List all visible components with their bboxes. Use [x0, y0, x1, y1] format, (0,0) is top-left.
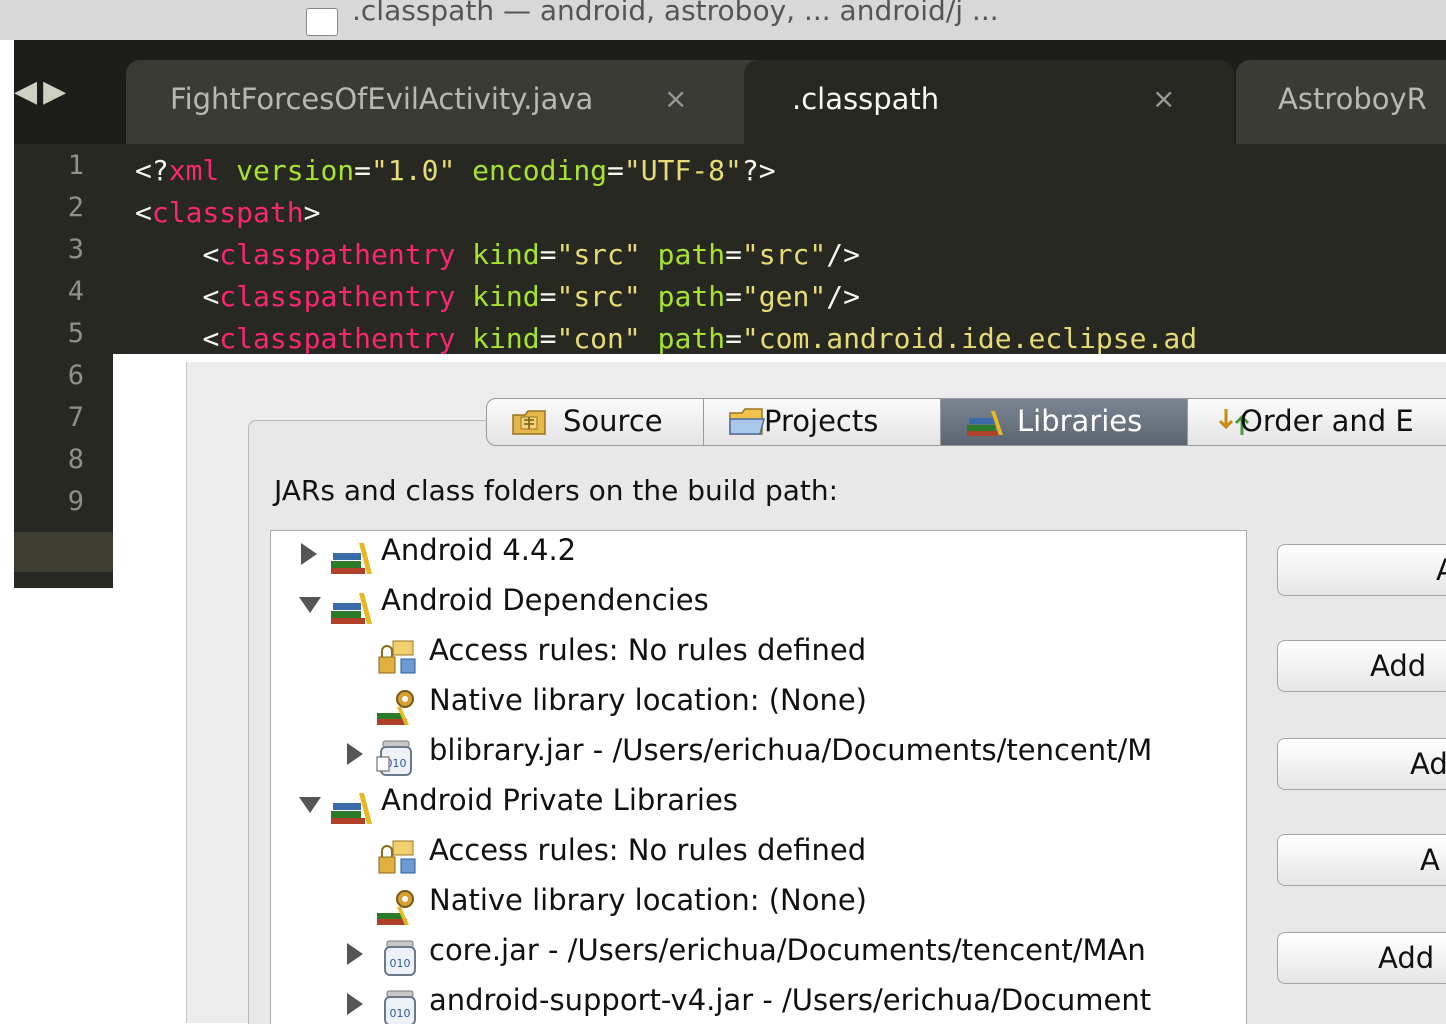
tab-projects[interactable]: Projects — [703, 398, 941, 446]
tab-fightforcesofevilactivity[interactable]: FightForcesOfEvilActivity.java × — [126, 60, 776, 144]
tab-astroboy[interactable]: AstroboyR — [1236, 60, 1446, 144]
add-library-button[interactable]: Add — [1277, 932, 1446, 984]
tree-item-label: Android Dependencies — [381, 583, 709, 617]
tab-nav-arrows[interactable]: ◀▶ — [14, 74, 72, 109]
code-line-4: <classpathentry kind="src" path="gen"/> — [202, 280, 860, 313]
tree-item-label: android-support-v4.jar - /Users/erichua/… — [429, 983, 1152, 1017]
tree-item-label: Native library location: (None) — [429, 883, 867, 917]
button-label: Add — [1378, 941, 1435, 975]
jar-icon: 010 — [376, 740, 412, 776]
tab-order-and-export[interactable]: Order and E — [1187, 398, 1446, 446]
add-variable-button[interactable]: A — [1277, 834, 1446, 886]
file-checkbox[interactable] — [306, 8, 338, 36]
add-jars-button[interactable]: Add — [1277, 640, 1446, 692]
tab-classpath[interactable]: .classpath × — [744, 60, 1234, 144]
button-label: Ad — [1410, 747, 1446, 781]
tab-label: Source — [563, 404, 663, 438]
tab-source[interactable]: Source — [486, 398, 704, 446]
library-tree[interactable]: Android 4.4.2 Android Dependencies Acces… — [270, 530, 1247, 1024]
expand-arrow-icon[interactable] — [301, 543, 317, 565]
code-content[interactable]: <?xml version="1.0" encoding="UTF-8"?> <c… — [135, 150, 1197, 360]
line-number-gutter: 1 2 3 4 5 6 7 8 9 10 — [14, 144, 114, 588]
file-entry-label: .classpath — android, astroboy, ... andr… — [352, 0, 999, 27]
line-number: 3 — [67, 234, 84, 265]
button-label: Add — [1370, 649, 1427, 683]
native-library-icon — [377, 890, 414, 925]
tree-item-label: core.jar - /Users/erichua/Documents/tenc… — [429, 933, 1146, 967]
tree-item-label: Access rules: No rules defined — [429, 833, 867, 867]
tree-item-label: Android Private Libraries — [381, 783, 738, 817]
add-external-jars-button[interactable]: Ad — [1277, 738, 1446, 790]
tab-libraries[interactable]: Libraries — [940, 398, 1188, 446]
button-label: A — [1436, 553, 1446, 587]
tab-label: FightForcesOfEvilActivity.java — [170, 82, 594, 116]
tree-item-label: Native library location: (None) — [429, 683, 867, 717]
editor-tab-bar: ◀▶ FightForcesOfEvilActivity.java × .cla… — [14, 40, 1446, 144]
line-number: 9 — [67, 486, 84, 517]
line-number: 5 — [67, 318, 84, 349]
jar-icon: 010 — [384, 990, 416, 1024]
close-icon[interactable]: × — [1152, 82, 1175, 115]
button-label: A — [1420, 843, 1440, 877]
tab-label: .classpath — [792, 82, 940, 116]
close-icon[interactable]: × — [664, 82, 687, 115]
line-number: 2 — [67, 192, 84, 223]
expand-arrow-icon[interactable] — [347, 993, 363, 1015]
library-container-icon — [331, 543, 372, 574]
code-line-3: <classpathentry kind="src" path="src"/> — [202, 238, 860, 271]
library-container-icon — [331, 793, 372, 824]
tab-label: Order and E — [1240, 404, 1414, 438]
tree-item-label: Android 4.4.2 — [381, 533, 577, 567]
svg-text:010: 010 — [390, 957, 411, 970]
tab-label: Libraries — [1017, 404, 1143, 438]
tab-label: Projects — [764, 404, 879, 438]
expand-arrow-icon[interactable] — [347, 943, 363, 965]
source-folder-icon — [512, 410, 546, 435]
access-rules-icon — [378, 840, 416, 874]
line-number: 7 — [67, 402, 84, 433]
collapse-arrow-icon[interactable] — [299, 797, 321, 813]
jar-icon: 010 — [384, 940, 416, 976]
libraries-caption: JARs and class folders on the build path… — [274, 474, 839, 507]
collapse-arrow-icon[interactable] — [299, 597, 321, 613]
tab-label: AstroboyR — [1278, 82, 1427, 116]
library-container-icon — [331, 593, 372, 624]
access-rules-icon — [378, 640, 416, 674]
code-line-2: <classpath> — [135, 196, 321, 229]
libraries-icon — [967, 411, 1003, 436]
line-number: 6 — [67, 360, 84, 391]
tree-item-label: Access rules: No rules defined — [429, 633, 867, 667]
line-number: 8 — [67, 444, 84, 475]
svg-text:010: 010 — [390, 1007, 411, 1020]
tree-item-label: blibrary.jar - /Users/erichua/Documents/… — [429, 733, 1153, 767]
expand-arrow-icon[interactable] — [347, 743, 363, 765]
line-number: 1 — [67, 150, 84, 181]
native-library-icon — [377, 690, 414, 725]
add-projects-button[interactable]: A — [1277, 544, 1446, 596]
file-list-strip: .classpath — android, astroboy, ... andr… — [0, 0, 1446, 40]
projects-folder-icon — [729, 408, 765, 435]
line-number: 4 — [67, 276, 84, 307]
code-line-1: <?xml version="1.0" encoding="UTF-8"?> — [135, 154, 776, 187]
